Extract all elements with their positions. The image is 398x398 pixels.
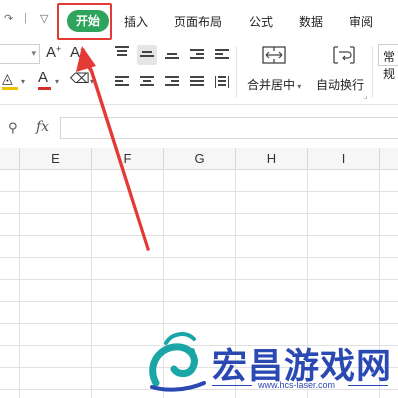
align-left-button[interactable]: [112, 72, 132, 92]
align-middle-icon: [140, 51, 154, 61]
distributed-align-button[interactable]: [212, 72, 232, 92]
increase-indent-button[interactable]: [212, 45, 232, 65]
wrap-text-icon[interactable]: [333, 46, 355, 64]
tab-insert[interactable]: 插入: [124, 13, 148, 30]
column-header-f[interactable]: F: [92, 148, 164, 170]
quick-access-dropdown-icon[interactable]: ▽: [40, 12, 48, 25]
distributed-align-icon: [215, 76, 229, 88]
align-right-icon: [165, 76, 179, 88]
increase-indent-icon: [215, 49, 229, 61]
formula-bar: ⚲ fx: [0, 113, 398, 143]
dialog-launcher-icon[interactable]: ⌟: [364, 92, 367, 100]
decrease-font-size-button[interactable]: A−: [70, 44, 85, 61]
tab-formulas[interactable]: 公式: [249, 13, 273, 30]
align-top-button[interactable]: [112, 42, 132, 62]
column-header-e[interactable]: E: [20, 148, 92, 170]
column-header-h[interactable]: H: [236, 148, 308, 170]
chevron-down-icon[interactable]: ▾: [55, 77, 59, 86]
align-right-button[interactable]: [162, 72, 182, 92]
wrap-text-button[interactable]: 自动换行: [316, 76, 364, 93]
chevron-down-icon: ▾: [295, 82, 302, 91]
number-format-value: 常规: [383, 50, 396, 81]
merge-center-button[interactable]: 合并居中 ▾: [247, 76, 301, 93]
column-header-g[interactable]: G: [164, 148, 236, 170]
watermark-logo: [146, 325, 210, 393]
number-format-select[interactable]: 常规: [378, 44, 398, 81]
divider: [372, 46, 373, 98]
divider: [236, 46, 237, 98]
formula-input[interactable]: [60, 117, 398, 139]
align-middle-button[interactable]: [137, 45, 157, 65]
justify-button[interactable]: [187, 72, 207, 92]
decrease-indent-button[interactable]: [187, 45, 207, 65]
redo-icon[interactable]: ↷: [4, 12, 13, 25]
ribbon-toolbar: ▾ A+ A− 常规 ◬ ▾ A ▾ ⌫ ▾ 合并居中 ▾ 自动换行 ⌟: [0, 40, 398, 105]
column-header-i[interactable]: I: [308, 148, 380, 170]
column-header-partial[interactable]: [380, 148, 398, 170]
increase-font-label: A: [46, 44, 57, 61]
font-size-select[interactable]: ▾: [0, 44, 40, 64]
align-bottom-button[interactable]: [162, 45, 182, 65]
ribbon-tab-bar: ↷ | ▽ 开始 插入 页面布局 公式 数据 审阅: [0, 0, 398, 40]
decrease-font-sup: −: [80, 44, 86, 54]
tab-page-layout[interactable]: 页面布局: [174, 13, 222, 30]
align-center-button[interactable]: [137, 72, 157, 92]
separator-icon: |: [24, 12, 27, 24]
fill-color-swatch: [2, 87, 18, 90]
merge-center-icon[interactable]: [262, 46, 286, 64]
align-left-icon: [115, 76, 129, 88]
merge-center-label: 合并居中: [247, 78, 296, 92]
highlight-box: [57, 3, 112, 40]
column-header-partial[interactable]: [0, 148, 20, 170]
align-center-icon: [140, 76, 154, 88]
watermark-rule-right: [348, 385, 388, 386]
tab-review[interactable]: 审阅: [349, 13, 373, 30]
eraser-icon[interactable]: ⌫: [70, 70, 90, 87]
chevron-down-icon: ▾: [31, 48, 36, 58]
decrease-indent-icon: [190, 49, 204, 61]
zoom-search-icon[interactable]: ⚲: [8, 120, 18, 136]
chevron-down-icon[interactable]: ▾: [21, 77, 25, 86]
tab-data[interactable]: 数据: [299, 13, 323, 30]
font-color-button[interactable]: A: [38, 69, 48, 86]
watermark-rule-left: [212, 385, 252, 386]
font-color-swatch: [38, 87, 51, 90]
align-bottom-icon: [165, 53, 179, 61]
decrease-font-label: A: [70, 44, 81, 61]
justify-icon: [190, 76, 204, 88]
fill-color-icon[interactable]: ◬: [2, 70, 13, 87]
increase-font-size-button[interactable]: A+: [46, 44, 61, 61]
align-top-icon: [115, 46, 129, 58]
increase-font-sup: +: [56, 44, 62, 54]
fx-label[interactable]: fx: [36, 119, 49, 135]
watermark-url: www.hcs-laser.com: [258, 380, 336, 390]
chevron-down-icon[interactable]: ▾: [90, 77, 94, 86]
